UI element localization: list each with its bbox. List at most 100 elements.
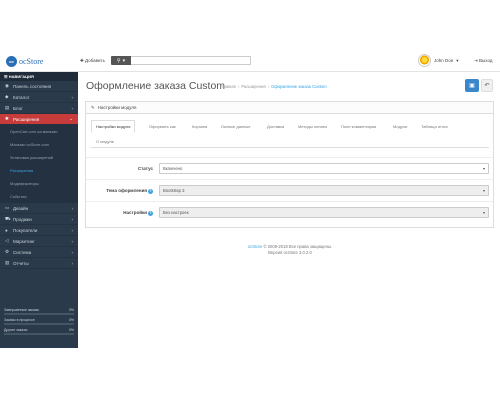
tab-comment-field[interactable]: Поле комментария (341, 124, 376, 129)
tab-personal-data[interactable]: Личные данные (221, 124, 250, 129)
user-name: John Doe (434, 58, 454, 63)
tabs: Настройки модуля Оформить как Корзина Ли… (91, 120, 489, 148)
sidebar-item-design[interactable]: ▭ Дизайн › (0, 203, 78, 214)
search-icon: ⚲ (116, 57, 121, 64)
pencil-icon: ✎ (91, 104, 95, 110)
chevron-down-icon: ⌄ (69, 116, 73, 121)
theme-select[interactable]: Bootstrap 3 ▾ (159, 185, 489, 196)
logout-link[interactable]: ⇥ Выход (474, 58, 493, 64)
question-icon[interactable]: ? (148, 189, 153, 194)
sidebar-subitem[interactable]: OpenCart.com.ua магазин (0, 125, 78, 138)
puzzle-icon: ✱ (5, 116, 9, 121)
theme-row: Тема оформления? Bootstrap 3 ▾ (86, 179, 493, 201)
panel-heading: Настройки модуля (97, 105, 137, 110)
logout-label: Выход (479, 58, 493, 63)
tab-modules[interactable]: Модули (393, 124, 407, 129)
footer-link[interactable]: ocStore (248, 244, 262, 249)
avatar (418, 54, 431, 67)
sidebar-item-label: Покупатели (13, 227, 38, 233)
tab-checkout-as[interactable]: Оформить как (149, 124, 176, 129)
order-stats: Завершенные заказы 0% Заказы в процессе 0%… (4, 308, 74, 338)
sidebar-item-reports[interactable]: ▥ Отчеты › (0, 258, 78, 269)
theme-label: Тема оформления (106, 188, 147, 193)
settings-label: Настройки (123, 210, 147, 215)
breadcrumb-extensions[interactable]: Расширения (241, 84, 265, 89)
user-icon: ● (5, 227, 8, 233)
logo-icon: oc (6, 55, 17, 67)
gear-icon: ⚙ (5, 249, 10, 254)
sidebar-item-extensions[interactable]: ✱ Расширения ⌄ (0, 114, 78, 125)
sidebar-subitem[interactable]: Установка расширений (0, 151, 78, 164)
tab-payment-methods[interactable]: Методы оплаты (298, 124, 327, 129)
tab-shipping[interactable]: Доставка (267, 124, 284, 129)
sidebar-item-label: Панель состояния (13, 83, 52, 89)
search-input[interactable] (131, 56, 251, 65)
status-label: Статус (137, 166, 153, 171)
sidebar-item-customers[interactable]: ● Покупатели › (0, 225, 78, 236)
stat-processing: Заказы в процессе 0% (4, 318, 74, 325)
tab-about[interactable]: О модуле (96, 139, 114, 144)
sidebar-subitem-active[interactable]: Расширения (0, 164, 78, 177)
sidebar-item-blog[interactable]: ▤ Блог › (0, 103, 78, 114)
settings-select[interactable]: Без настроек ▾ (159, 207, 489, 218)
monitor-icon: ▭ (5, 205, 10, 210)
save-icon: ▣ (469, 83, 475, 89)
sidebar: ☰ НАВИГАЦИЯ ◉ Панель состояния ◆ Каталог… (0, 72, 78, 348)
footer: ocStore © 2009-2019 Все права защищены. … (200, 244, 380, 256)
chevron-right-icon: › (71, 260, 74, 266)
chevron-right-icon: › (71, 205, 74, 211)
save-button[interactable]: ▣ (465, 79, 479, 92)
cart-icon: ⛟ (5, 215, 11, 221)
status-select[interactable]: Включено ▾ (159, 163, 489, 174)
tag-icon: ◆ (5, 94, 9, 99)
footer-copyright: © 2009-2019 Все права защищены. (263, 244, 333, 249)
sidebar-subitem[interactable]: Модификаторы (0, 177, 78, 190)
tab-module-settings[interactable]: Настройки модуля (91, 120, 136, 133)
search-bar: ⚲ ▾ (111, 56, 251, 65)
top-header: oc ocStore ✚ Добавить ⚲ ▾ John Doe ▾ ⇥ В… (0, 50, 500, 72)
breadcrumb-current[interactable]: Оформление заказа Custom (271, 84, 326, 89)
chevron-right-icon: › (71, 105, 74, 111)
sidebar-item-label: Продажи (13, 216, 32, 222)
sidebar-item-marketing[interactable]: ◁ Маркетинг › (0, 236, 78, 247)
stat-completed: Завершенные заказы 0% (4, 308, 74, 315)
plus-icon: ✚ (80, 58, 84, 63)
breadcrumb-home[interactable]: Главная (220, 84, 236, 89)
caret-down-icon: ▾ (122, 57, 126, 64)
footer-version: Версия ocStore 3.0.2.0 (268, 250, 312, 255)
bars-icon: ☰ (4, 74, 8, 79)
caret-down-icon: ▾ (456, 57, 459, 63)
sidebar-item-label: Система (13, 249, 32, 255)
back-button[interactable]: ↶ (481, 79, 493, 92)
sidebar-item-label: Расширения (13, 116, 40, 122)
add-button[interactable]: ✚ Добавить (80, 58, 105, 64)
sidebar-subitem[interactable]: События (0, 190, 78, 203)
dashboard-icon: ◉ (5, 83, 9, 88)
sidebar-item-label: Каталог (13, 94, 30, 100)
chevron-right-icon: › (71, 238, 74, 244)
sign-out-icon: ⇥ (474, 58, 478, 63)
chevron-right-icon: › (71, 249, 74, 255)
logo[interactable]: oc ocStore (6, 55, 51, 67)
sidebar-item-sales[interactable]: ⛟ Продажи › (0, 214, 78, 225)
question-icon[interactable]: ? (148, 211, 153, 216)
nav-heading: НАВИГАЦИЯ (8, 74, 34, 79)
progress-bar (4, 333, 74, 335)
stat-other: Другие заказы 0% (4, 328, 74, 335)
share-icon: ◁ (5, 238, 9, 243)
sidebar-item-system[interactable]: ⚙ Система › (0, 247, 78, 258)
user-menu[interactable]: John Doe ▾ (418, 54, 459, 67)
settings-row: Настройки? Без настроек ▾ (86, 201, 493, 223)
tab-totals-table[interactable]: Таблица итога (421, 124, 448, 129)
caret-down-icon: ▾ (482, 166, 485, 171)
book-icon: ▤ (5, 105, 10, 110)
tab-cart[interactable]: Корзина (192, 124, 207, 129)
sidebar-subitem[interactable]: Магазин ocStore.com (0, 138, 78, 151)
breadcrumb: Главная › Расширения › Оформление заказа… (220, 84, 327, 89)
sidebar-item-dashboard[interactable]: ◉ Панель состояния (0, 81, 78, 92)
sidebar-item-catalog[interactable]: ◆ Каталог › (0, 92, 78, 103)
caret-down-icon: ▾ (482, 188, 485, 193)
sidebar-item-label: Маркетинг (13, 238, 35, 244)
search-dropdown-button[interactable]: ⚲ ▾ (111, 56, 131, 65)
sidebar-item-label: Дизайн (13, 205, 29, 211)
